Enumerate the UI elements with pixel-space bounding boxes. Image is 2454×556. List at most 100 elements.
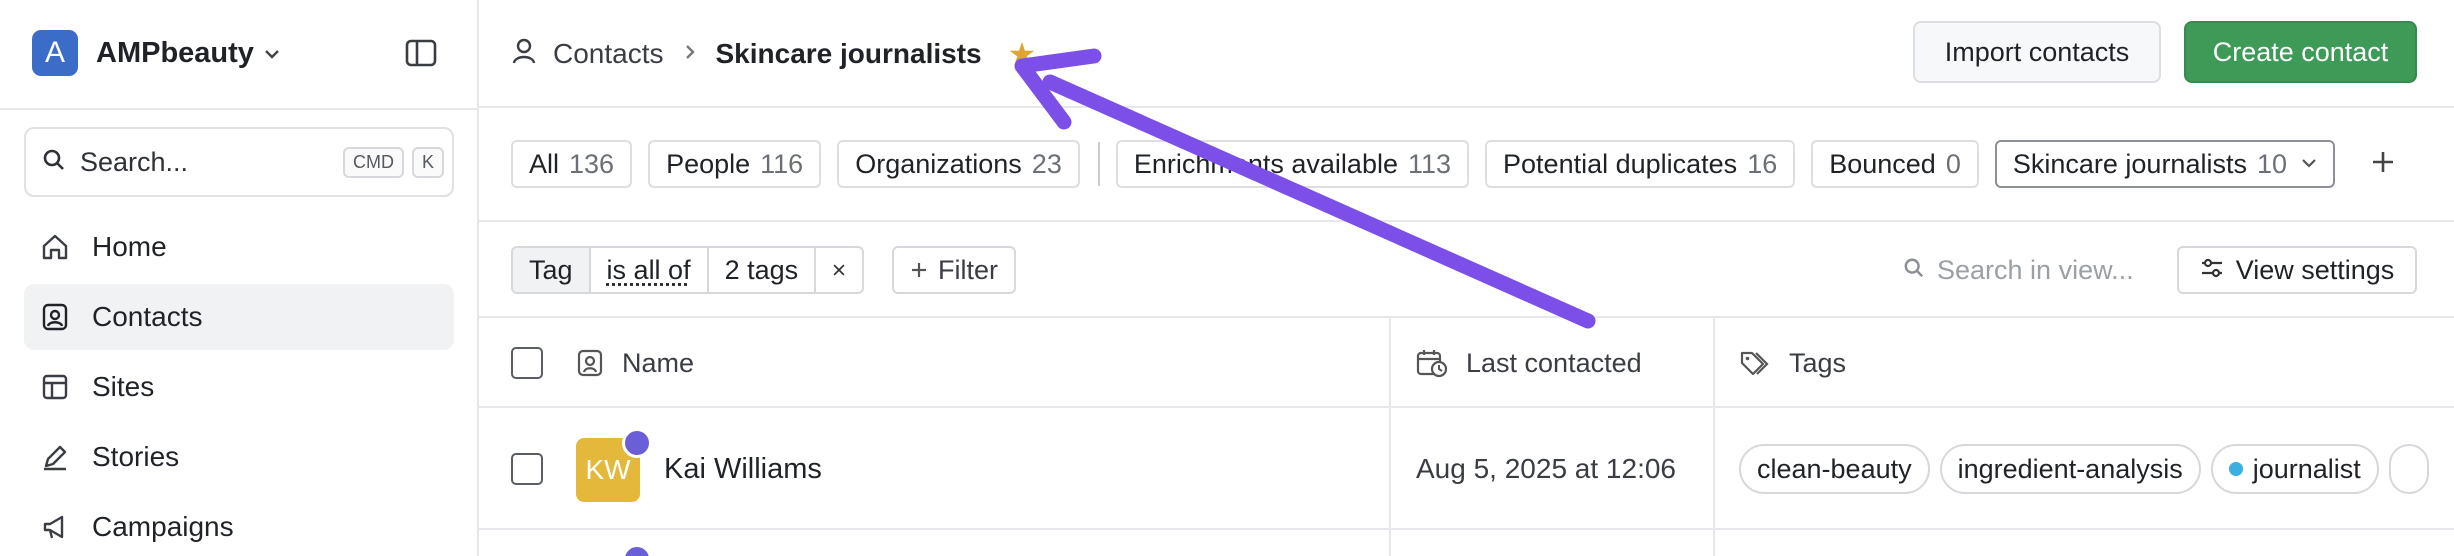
organization-badge-icon (622, 544, 652, 556)
add-filter-label: Filter (938, 255, 998, 286)
sidebar-item-label: Sites (92, 371, 154, 403)
import-contacts-button[interactable]: Import contacts (1913, 21, 2161, 83)
view-tab-label: Skincare journalists (2013, 149, 2247, 180)
filter-chip: Tag is all of 2 tags (511, 246, 864, 294)
tag-pill[interactable]: clean-beauty (1739, 444, 1930, 494)
main-content: Contacts Skincare journalists ★ Import c… (479, 0, 2454, 556)
table-header: Name Last contacted Tags (479, 318, 2454, 408)
tag-label: ingredient-analysis (1958, 454, 2183, 485)
sidebar-item-stories[interactable]: Stories (24, 424, 454, 490)
view-search-input[interactable]: Search in view... (1903, 246, 2134, 294)
search-icon (42, 148, 66, 177)
view-tab-label: People (666, 149, 750, 180)
chevron-down-icon (264, 43, 280, 64)
chevron-down-icon (2301, 155, 2317, 173)
sliders-icon (2200, 255, 2224, 286)
divider (1098, 142, 1100, 186)
tag-label: clean-beauty (1757, 454, 1912, 485)
workspace-switcher[interactable]: A AMPbeauty (32, 30, 280, 76)
sidebar-item-label: Home (92, 231, 167, 263)
sidebar: A AMPbeauty Search... CMD K Home Contact… (0, 0, 479, 556)
contacts-icon (40, 302, 70, 332)
view-tab-bounced[interactable]: Bounced 0 (1811, 140, 1979, 188)
sidebar-item-contacts[interactable]: Contacts (24, 284, 454, 350)
tag-list: clean-beauty ingredient-analysis journal… (1739, 444, 2439, 494)
tag-pill[interactable]: journalist (2211, 444, 2379, 494)
tag-color-dot (2229, 462, 2243, 476)
add-view-icon[interactable] (2365, 145, 2401, 184)
view-tab-label: Enrichments available (1134, 149, 1398, 180)
sidebar-nav: Home Contacts Sites Stories Campaigns (24, 214, 454, 556)
column-last-contacted[interactable]: Last contacted (1416, 318, 1642, 408)
sidebar-item-home[interactable]: Home (24, 214, 454, 280)
checkbox[interactable] (511, 347, 543, 379)
view-tab-skincare-journalists[interactable]: Skincare journalists 10 (1995, 140, 2335, 188)
person-icon (511, 37, 537, 72)
tag-icon (1739, 349, 1771, 377)
sidebar-item-label: Contacts (92, 301, 203, 333)
view-tab-organizations[interactable]: Organizations 23 (837, 140, 1080, 188)
sidebar-toggle-icon[interactable] (404, 36, 438, 70)
view-tab-count: 116 (760, 149, 803, 180)
view-tab-people[interactable]: People 116 (648, 140, 821, 188)
calendar-clock-icon (1416, 348, 1448, 378)
view-tab-count: 113 (1408, 149, 1451, 180)
tag-label: journalist (2253, 454, 2361, 485)
divider (0, 108, 479, 110)
filter-field[interactable]: Tag (513, 248, 591, 292)
column-label: Tags (1789, 348, 1846, 379)
row-checkbox[interactable] (511, 453, 543, 485)
table-row[interactable]: KW Kai Williams Aug 5, 2025 at 12:06 cle… (479, 408, 2454, 530)
checkbox[interactable] (511, 453, 543, 485)
sidebar-item-campaigns[interactable]: Campaigns (24, 494, 454, 556)
view-settings-label: View settings (2236, 255, 2395, 286)
search-placeholder: Search... (80, 147, 343, 178)
home-icon (40, 232, 70, 262)
global-search[interactable]: Search... CMD K (24, 127, 454, 197)
contact-card-icon (576, 348, 604, 378)
shortcut-cmd: CMD (343, 147, 404, 178)
sidebar-item-label: Campaigns (92, 511, 234, 543)
view-tab-label: All (529, 149, 559, 180)
breadcrumb-contacts[interactable]: Contacts (553, 38, 664, 70)
shortcut-k: K (412, 147, 444, 178)
chevron-right-icon (684, 40, 696, 68)
view-tab-count: 16 (1747, 149, 1777, 180)
view-tab-duplicates[interactable]: Potential duplicates 16 (1485, 140, 1795, 188)
view-tabs-bar: All 136 People 116 Organizations 23 Enrichm… (479, 108, 2454, 222)
remove-filter-close-icon[interactable] (816, 248, 862, 292)
view-tabs: All 136 People 116 Organizations 23 Enrichm… (511, 140, 2401, 188)
pen-icon (40, 442, 70, 472)
plus-icon (910, 253, 928, 287)
last-contacted-value: Aug 5, 2025 at 12:06 (1416, 408, 1676, 530)
workspace-avatar: A (32, 30, 78, 76)
column-name[interactable]: Name (576, 318, 694, 408)
view-tab-enrichments[interactable]: Enrichments available 113 (1116, 140, 1469, 188)
column-tags[interactable]: Tags (1739, 318, 1846, 408)
breadcrumb: Contacts Skincare journalists ★ (511, 34, 1036, 74)
more-tags-pill[interactable] (2389, 444, 2429, 494)
organization-badge-icon (622, 428, 652, 458)
tag-pill[interactable]: ingredient-analysis (1940, 444, 2201, 494)
add-filter-button[interactable]: Filter (892, 246, 1016, 294)
view-tab-label: Bounced (1829, 149, 1936, 180)
view-tab-count: 136 (569, 149, 614, 180)
column-label: Last contacted (1466, 348, 1642, 379)
search-icon (1903, 255, 1925, 286)
topbar: Contacts Skincare journalists ★ Import c… (479, 0, 2454, 108)
view-tab-count: 10 (2257, 149, 2287, 180)
favorite-star-icon[interactable]: ★ (1008, 38, 1037, 70)
view-tab-all[interactable]: All 136 (511, 140, 632, 188)
contact-name[interactable]: Kai Williams (664, 408, 822, 530)
breadcrumb-current: Skincare journalists (716, 38, 982, 70)
view-settings-button[interactable]: View settings (2177, 246, 2417, 294)
filter-bar: Tag is all of 2 tags Filter Search in vi… (479, 222, 2454, 318)
sidebar-item-sites[interactable]: Sites (24, 354, 454, 420)
select-all-checkbox[interactable] (511, 318, 543, 408)
sidebar-item-label: Stories (92, 441, 179, 473)
megaphone-icon (40, 512, 70, 542)
filter-value[interactable]: 2 tags (709, 248, 817, 292)
sites-icon (40, 372, 70, 402)
filter-operator[interactable]: is all of (591, 248, 709, 292)
create-contact-button[interactable]: Create contact (2184, 21, 2417, 83)
